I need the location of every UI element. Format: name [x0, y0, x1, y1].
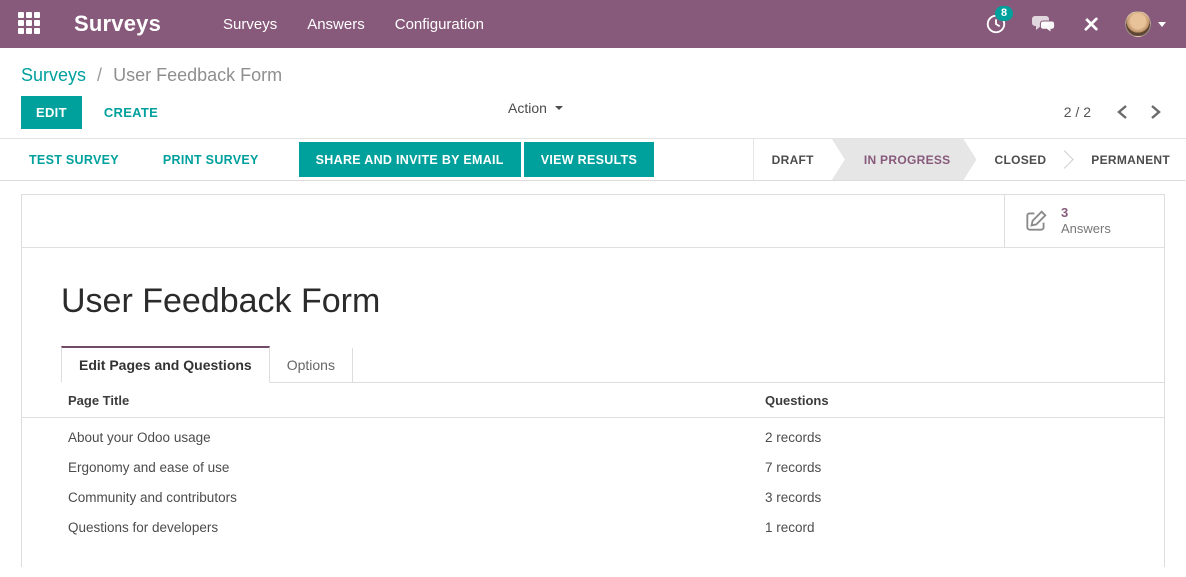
create-button[interactable]: CREATE [100, 96, 162, 129]
caret-down-icon [1158, 22, 1166, 27]
control-panel-buttons: EDIT CREATE Action 2 / 2 [0, 86, 1186, 138]
statusbar: DRAFT IN PROGRESS CLOSED PERMANENT [753, 139, 1186, 180]
systray: 8 [985, 11, 1166, 37]
menu-item-configuration[interactable]: Configuration [393, 12, 486, 37]
table-row[interactable]: Community and contributors 3 records [22, 482, 1164, 512]
crossed-tools-icon [1081, 14, 1101, 34]
speech-bubbles-icon [1031, 13, 1057, 35]
chevron-right-icon [1150, 104, 1161, 120]
caret-down-icon [555, 106, 563, 110]
pager-next-button[interactable] [1146, 100, 1165, 124]
breadcrumb: Surveys / User Feedback Form [0, 48, 1186, 86]
pager-previous-button[interactable] [1113, 100, 1132, 124]
cell-page-title[interactable]: Questions for developers [22, 512, 765, 542]
table-row[interactable]: Questions for developers 1 record [22, 512, 1164, 542]
apps-grid-icon[interactable] [18, 12, 42, 36]
tab-options[interactable]: Options [270, 348, 353, 383]
pages-table: Page Title Questions About your Odoo usa… [22, 383, 1164, 542]
cell-questions[interactable]: 3 records [765, 482, 1164, 512]
tools-icon[interactable] [1081, 14, 1101, 34]
cell-page-title[interactable]: Ergonomy and ease of use [22, 452, 765, 482]
stat-button-box: 3 Answers [22, 195, 1164, 248]
view-results-button[interactable]: VIEW RESULTS [524, 142, 654, 177]
status-step-closed[interactable]: CLOSED [976, 139, 1064, 180]
pager-value: 2 / 2 [1064, 104, 1091, 120]
survey-title: User Feedback Form [61, 282, 1164, 321]
cell-questions[interactable]: 1 record [765, 512, 1164, 542]
status-step-draft[interactable]: DRAFT [754, 139, 832, 180]
test-survey-button[interactable]: TEST SURVEY [25, 153, 123, 167]
column-header-questions[interactable]: Questions [765, 383, 1164, 418]
menu-item-surveys[interactable]: Surveys [221, 12, 279, 37]
share-invite-button[interactable]: SHARE AND INVITE BY EMAIL [299, 142, 521, 177]
activity-badge: 8 [995, 6, 1013, 21]
main-menu: Surveys Answers Configuration [221, 12, 486, 37]
answers-count: 3 [1061, 205, 1111, 221]
cell-page-title[interactable]: About your Odoo usage [22, 418, 765, 453]
statusbar-row: TEST SURVEY PRINT SURVEY SHARE AND INVIT… [0, 138, 1186, 181]
top-navbar: Surveys Surveys Answers Configuration 8 [0, 0, 1186, 48]
chevron-left-icon [1117, 104, 1128, 120]
action-dropdown[interactable]: Action [508, 100, 563, 116]
notebook-tabs: Edit Pages and Questions Options [61, 346, 1164, 383]
action-dropdown-label: Action [508, 100, 547, 116]
status-step-in-progress[interactable]: IN PROGRESS [832, 139, 977, 180]
activity-clock-icon[interactable]: 8 [985, 13, 1007, 35]
column-header-page-title[interactable]: Page Title [22, 383, 765, 418]
form-sheet: 3 Answers User Feedback Form Edit Pages … [21, 194, 1165, 567]
pencil-square-icon [1023, 208, 1049, 234]
answers-stat-button[interactable]: 3 Answers [1004, 195, 1164, 247]
app-brand-title[interactable]: Surveys [74, 11, 161, 37]
breadcrumb-parent-link[interactable]: Surveys [21, 65, 86, 85]
cell-questions[interactable]: 2 records [765, 418, 1164, 453]
table-row[interactable]: Ergonomy and ease of use 7 records [22, 452, 1164, 482]
menu-item-answers[interactable]: Answers [305, 12, 367, 37]
edit-button[interactable]: EDIT [21, 96, 82, 129]
pager: 2 / 2 [1064, 100, 1165, 124]
tab-edit-pages-and-questions[interactable]: Edit Pages and Questions [61, 346, 270, 383]
stat-text: 3 Answers [1061, 205, 1111, 238]
table-row[interactable]: About your Odoo usage 2 records [22, 418, 1164, 453]
status-step-permanent[interactable]: PERMANENT [1073, 139, 1186, 180]
breadcrumb-separator: / [97, 65, 102, 85]
messages-icon[interactable] [1031, 13, 1057, 35]
answers-label: Answers [1061, 221, 1111, 237]
breadcrumb-current: User Feedback Form [113, 65, 282, 85]
cell-questions[interactable]: 7 records [765, 452, 1164, 482]
user-avatar [1125, 11, 1151, 37]
print-survey-button[interactable]: PRINT SURVEY [159, 153, 263, 167]
cell-page-title[interactable]: Community and contributors [22, 482, 765, 512]
object-buttons: TEST SURVEY PRINT SURVEY SHARE AND INVIT… [0, 142, 753, 177]
user-menu[interactable] [1125, 11, 1166, 37]
